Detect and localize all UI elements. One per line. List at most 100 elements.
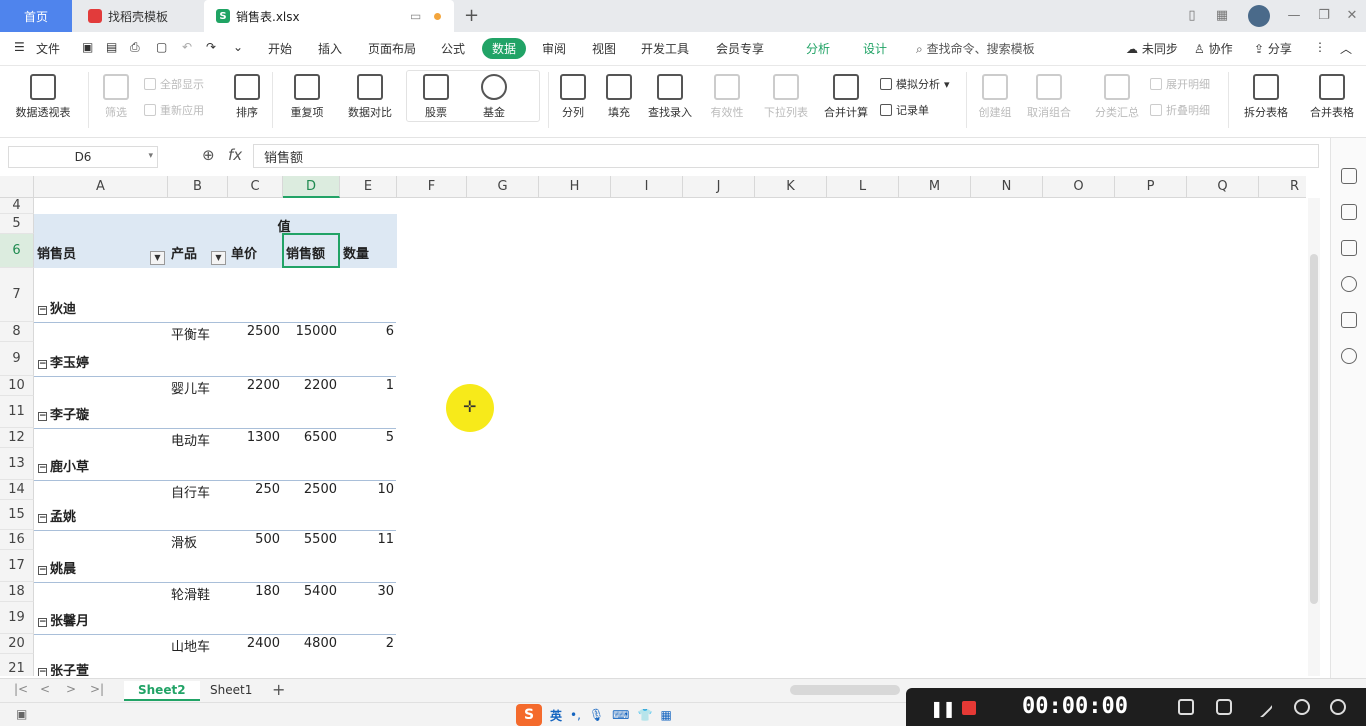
pivot-salesperson-6[interactable]: − 张馨月 bbox=[38, 610, 158, 629]
add-sheet-button[interactable]: + bbox=[272, 680, 285, 699]
collapse-toggle-icon[interactable]: − bbox=[38, 514, 47, 523]
pivot-salesperson-2[interactable]: − 李子璇 bbox=[38, 404, 158, 423]
pivot-sales-5[interactable]: 5400 bbox=[283, 584, 337, 599]
sheet-tab-sheet1[interactable]: Sheet1 bbox=[196, 681, 266, 699]
split-column-button[interactable]: 分列 bbox=[554, 74, 592, 120]
pivot-product-1[interactable]: 婴儿车 bbox=[171, 378, 227, 397]
menu-developer[interactable]: 开发工具 bbox=[641, 40, 689, 57]
stock-button[interactable]: 股票 bbox=[416, 74, 456, 120]
pivot-salesperson-4[interactable]: − 孟姚 bbox=[38, 506, 158, 525]
create-group-button[interactable]: 创建组 bbox=[974, 74, 1016, 120]
pivot-salesperson-5[interactable]: − 姚晨 bbox=[38, 558, 158, 577]
pivot-header-price[interactable]: 单价 bbox=[231, 243, 281, 262]
row-header-12[interactable]: 12 bbox=[0, 428, 34, 448]
column-header-d[interactable]: D bbox=[283, 176, 340, 198]
pivot-header-qty[interactable]: 数量 bbox=[343, 243, 393, 262]
menu-analyze[interactable]: 分析 bbox=[806, 40, 830, 57]
pivot-product-4[interactable]: 滑板 bbox=[171, 532, 227, 551]
pivot-price-4[interactable]: 500 bbox=[228, 532, 280, 547]
column-header-k[interactable]: K bbox=[755, 176, 827, 198]
column-header-f[interactable]: F bbox=[397, 176, 467, 198]
row-header-18[interactable]: 18 bbox=[0, 582, 34, 602]
share-button[interactable]: ⇪ 分享 bbox=[1254, 40, 1292, 57]
column-header-n[interactable]: N bbox=[971, 176, 1043, 198]
skin-icon[interactable]: 👕 bbox=[637, 708, 652, 722]
redo-icon[interactable]: ↷ bbox=[206, 40, 216, 54]
print-icon[interactable]: ⎙ bbox=[130, 40, 140, 55]
toolbox-icon[interactable]: ▦ bbox=[660, 708, 671, 722]
pivot-qty-1[interactable]: 1 bbox=[340, 378, 394, 393]
pivot-qty-5[interactable]: 30 bbox=[340, 584, 394, 599]
name-box[interactable]: D6 ▾ bbox=[8, 146, 158, 168]
column-header-i[interactable]: I bbox=[611, 176, 683, 198]
row-header-14[interactable]: 14 bbox=[0, 480, 34, 500]
fullscreen-icon[interactable] bbox=[1178, 699, 1194, 715]
lookup-entry-button[interactable]: 查找录入 bbox=[644, 74, 696, 120]
pivot-product-5[interactable]: 轮滑鞋 bbox=[171, 584, 227, 603]
menu-review[interactable]: 审阅 bbox=[542, 40, 566, 57]
column-header-e[interactable]: E bbox=[340, 176, 397, 198]
pivot-header-salesperson[interactable]: 销售员 bbox=[37, 243, 137, 262]
keyboard-icon[interactable]: ⌨ bbox=[612, 708, 629, 722]
row-header-5[interactable]: 5 bbox=[0, 214, 34, 234]
column-header-m[interactable]: M bbox=[899, 176, 971, 198]
active-cell-selection[interactable] bbox=[282, 233, 340, 268]
prev-sheet-icon[interactable]: < bbox=[40, 682, 50, 696]
close-button[interactable]: ✕ bbox=[1342, 6, 1362, 26]
tab-template[interactable]: 找稻壳模板 bbox=[78, 0, 200, 32]
select-all-corner[interactable] bbox=[0, 176, 34, 198]
show-all-button[interactable]: 全部显示 bbox=[144, 76, 204, 92]
microphone-icon[interactable]: 🎙 bbox=[589, 708, 604, 722]
preview-icon[interactable]: ▢ bbox=[156, 40, 167, 54]
pivot-price-2[interactable]: 1300 bbox=[228, 430, 280, 445]
pivot-sales-6[interactable]: 4800 bbox=[283, 636, 337, 651]
column-header-r[interactable]: R bbox=[1259, 176, 1306, 198]
column-header-a[interactable]: A bbox=[34, 176, 168, 198]
pen-icon[interactable] bbox=[1250, 695, 1274, 719]
location-icon[interactable] bbox=[1341, 348, 1357, 364]
restore-button[interactable]: ❐ bbox=[1314, 6, 1334, 26]
merge-table-button[interactable]: 合并表格 bbox=[1302, 74, 1362, 120]
new-tab-button[interactable]: + bbox=[464, 5, 479, 26]
pivot-salesperson-1[interactable]: − 李玉婷 bbox=[38, 352, 158, 371]
pivot-price-3[interactable]: 250 bbox=[228, 482, 280, 497]
layout-icon[interactable]: ▯ bbox=[1182, 6, 1202, 26]
filter-button[interactable]: 筛选 bbox=[96, 74, 136, 120]
column-header-o[interactable]: O bbox=[1043, 176, 1115, 198]
row-header-4[interactable]: 4 bbox=[0, 198, 34, 214]
menu-member[interactable]: 会员专享 bbox=[716, 40, 764, 57]
help-icon[interactable] bbox=[1341, 276, 1357, 292]
record-form-button[interactable]: 记录单 bbox=[880, 102, 929, 118]
last-sheet-icon[interactable]: >| bbox=[90, 682, 104, 696]
duplicates-button[interactable]: 重复项 bbox=[282, 74, 332, 120]
sheet-tab-sheet2[interactable]: Sheet2 bbox=[124, 681, 200, 701]
pivot-qty-6[interactable]: 2 bbox=[340, 636, 394, 651]
row-header-16[interactable]: 16 bbox=[0, 530, 34, 550]
menu-file[interactable]: 文件 bbox=[36, 40, 60, 57]
export-icon[interactable]: ▤ bbox=[106, 40, 117, 54]
stop-button[interactable] bbox=[962, 701, 976, 715]
fund-button[interactable]: 基金 bbox=[474, 74, 514, 120]
pivot-product-6[interactable]: 山地车 bbox=[171, 636, 227, 655]
pivot-product-3[interactable]: 自行车 bbox=[171, 482, 227, 501]
row-header-10[interactable]: 10 bbox=[0, 376, 34, 396]
column-header-j[interactable]: J bbox=[683, 176, 755, 198]
more-icon[interactable]: ⋮ bbox=[1314, 40, 1326, 54]
command-search[interactable]: ⌕ 查找命令、搜索模板 bbox=[916, 40, 1035, 57]
validity-button[interactable]: 有效性 bbox=[704, 74, 750, 120]
column-header-h[interactable]: H bbox=[539, 176, 611, 198]
pivot-table-button[interactable]: 数据透视表 bbox=[10, 74, 76, 120]
collapse-toggle-icon[interactable]: − bbox=[38, 412, 47, 421]
collapse-toggle-icon[interactable]: − bbox=[38, 464, 47, 473]
sogou-logo-icon[interactable]: S bbox=[516, 704, 542, 726]
split-table-button[interactable]: 拆分表格 bbox=[1236, 74, 1296, 120]
row-header-13[interactable]: 13 bbox=[0, 448, 34, 480]
collapse-detail-button[interactable]: 折叠明细 bbox=[1150, 102, 1210, 118]
fx-button[interactable]: fx bbox=[228, 146, 242, 164]
row-header-7[interactable]: 7 bbox=[0, 268, 34, 322]
collab-button[interactable]: ♙ 协作 bbox=[1194, 40, 1233, 57]
next-sheet-icon[interactable]: > bbox=[66, 682, 76, 696]
column-header-c[interactable]: C bbox=[228, 176, 283, 198]
pivot-qty-2[interactable]: 5 bbox=[340, 430, 394, 445]
chevron-down-icon[interactable]: ⌄ bbox=[233, 40, 243, 54]
